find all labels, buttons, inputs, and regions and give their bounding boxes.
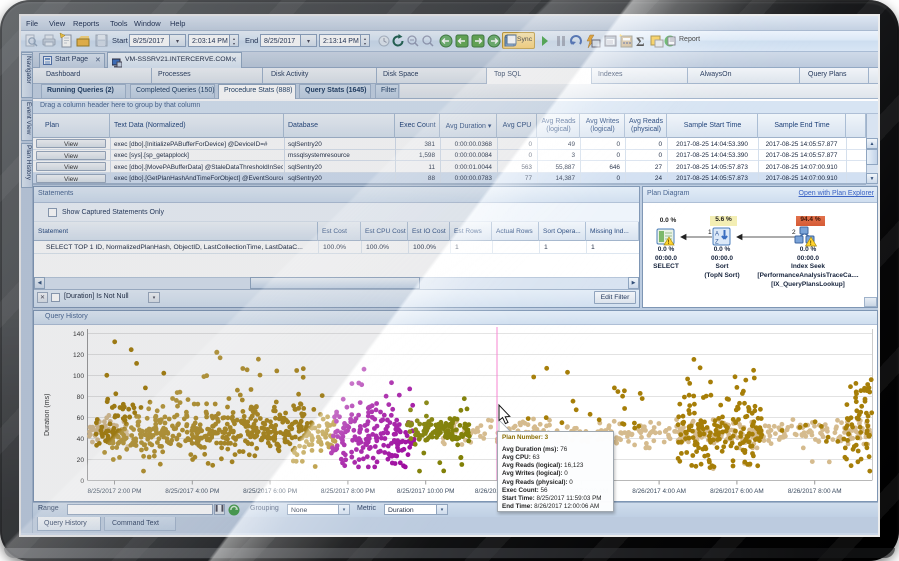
- svg-text:80: 80: [77, 394, 85, 401]
- svg-text:8/26/2017 6:00 AM: 8/26/2017 6:00 AM: [710, 488, 764, 495]
- svg-text:Σ: Σ: [636, 34, 645, 49]
- svg-text:0: 0: [80, 478, 84, 485]
- svg-text:20: 20: [77, 457, 85, 464]
- svg-text:8/25/2017 4:00 PM: 8/25/2017 4:00 PM: [165, 488, 219, 495]
- svg-text:8/26/2017 8:00 AM: 8/26/2017 8:00 AM: [788, 488, 842, 495]
- svg-text:Z: Z: [715, 240, 719, 246]
- svg-text:8/25/2017 6:00 PM: 8/25/2017 6:00 PM: [243, 488, 297, 495]
- svg-text:1: 1: [708, 229, 712, 236]
- svg-text:2: 2: [792, 229, 796, 236]
- svg-text:8/25/2017 8:00 PM: 8/25/2017 8:00 PM: [321, 488, 375, 495]
- svg-text:8/25/2017 10:00 PM: 8/25/2017 10:00 PM: [397, 488, 455, 495]
- svg-text:8/26/2017 4:00 AM: 8/26/2017 4:00 AM: [632, 488, 686, 495]
- svg-text:40: 40: [77, 436, 85, 443]
- svg-text:100: 100: [73, 373, 84, 380]
- svg-text:!: !: [668, 240, 670, 246]
- svg-text:140: 140: [73, 331, 84, 338]
- svg-text:A: A: [715, 232, 719, 238]
- svg-text:120: 120: [73, 352, 84, 359]
- svg-text:60: 60: [77, 415, 85, 422]
- svg-text:8/25/2017 2:00 PM: 8/25/2017 2:00 PM: [87, 488, 141, 495]
- svg-text:!: !: [810, 240, 812, 247]
